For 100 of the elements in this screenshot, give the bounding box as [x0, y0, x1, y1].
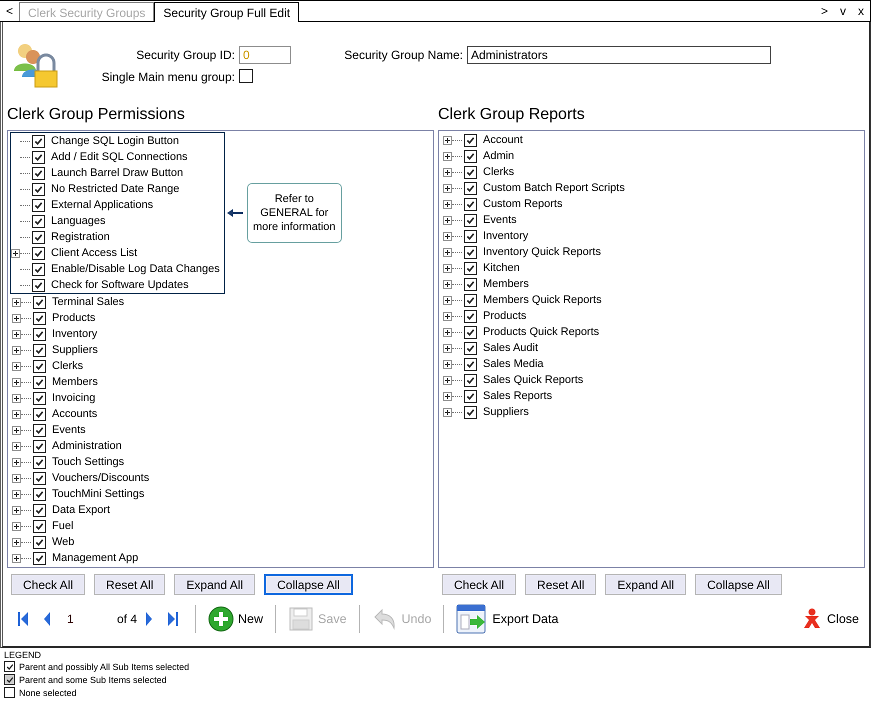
expand-icon[interactable]: [12, 346, 21, 354]
expand-icon[interactable]: [443, 152, 452, 160]
tree-item-label[interactable]: Enable/Disable Log Data Changes: [51, 263, 220, 275]
checkbox[interactable]: [464, 294, 477, 306]
checkbox[interactable]: [464, 342, 477, 354]
checkbox[interactable]: [33, 552, 46, 564]
tree-item-label[interactable]: Clerks: [483, 166, 514, 178]
expand-icon[interactable]: [12, 378, 21, 386]
tree-item-label[interactable]: Sales Reports: [483, 390, 552, 402]
tree-item-label[interactable]: Events: [483, 214, 517, 226]
checkbox[interactable]: [464, 390, 477, 402]
tree-item-label[interactable]: Sales Media: [483, 358, 544, 370]
checkbox[interactable]: [33, 488, 46, 500]
tree-action-button[interactable]: Collapse All: [264, 574, 353, 595]
tree-item-label[interactable]: Admin: [483, 150, 514, 162]
toolbar-button[interactable]: Export Data: [454, 601, 560, 637]
tree-item-label[interactable]: Products Quick Reports: [483, 326, 600, 338]
checkbox[interactable]: [464, 406, 477, 418]
checkbox[interactable]: [32, 134, 45, 148]
checkbox[interactable]: [464, 326, 477, 338]
tree-item-label[interactable]: Terminal Sales: [52, 296, 124, 308]
checkbox[interactable]: [33, 472, 46, 484]
expand-icon[interactable]: [12, 474, 21, 482]
tree-action-button[interactable]: Expand All: [174, 574, 256, 595]
tree-item-label[interactable]: Products: [483, 310, 526, 322]
expand-icon[interactable]: [12, 330, 21, 338]
tree-item-label[interactable]: Members: [52, 376, 98, 388]
tree-item-label[interactable]: Touch Settings: [52, 456, 124, 468]
checkbox[interactable]: [33, 504, 46, 516]
expand-icon[interactable]: [443, 216, 452, 224]
checkbox[interactable]: [32, 230, 45, 244]
tree-item-label[interactable]: Members Quick Reports: [483, 294, 602, 306]
checkbox[interactable]: [464, 166, 477, 178]
tree-item-label[interactable]: No Restricted Date Range: [51, 183, 180, 195]
checkbox[interactable]: [33, 328, 46, 340]
expand-icon[interactable]: [12, 394, 21, 402]
tree-item-label[interactable]: Inventory Quick Reports: [483, 246, 601, 258]
tree-item-label[interactable]: Management App: [52, 552, 138, 564]
close-tab-button[interactable]: x: [852, 1, 870, 21]
tree-item-label[interactable]: Products: [52, 312, 96, 324]
expand-icon[interactable]: [12, 490, 21, 498]
checkbox[interactable]: [32, 150, 45, 164]
tree-action-button[interactable]: Reset All: [525, 574, 596, 595]
checkbox[interactable]: [32, 246, 45, 260]
checkbox[interactable]: [464, 374, 477, 386]
next-record-icon[interactable]: [144, 612, 154, 626]
tree-action-button[interactable]: Collapse All: [695, 574, 782, 595]
checkbox[interactable]: [464, 358, 477, 370]
checkbox[interactable]: [464, 198, 477, 210]
tree-item-label[interactable]: Administration: [52, 440, 122, 452]
expand-icon[interactable]: [12, 522, 21, 530]
tree-action-button[interactable]: Reset All: [94, 574, 166, 595]
tree-item-label[interactable]: Custom Batch Report Scripts: [483, 182, 625, 194]
checkbox[interactable]: [464, 134, 477, 146]
expand-icon[interactable]: [11, 248, 20, 258]
expand-icon[interactable]: [12, 458, 21, 466]
tree-action-button[interactable]: Check All: [442, 574, 516, 595]
tree-item-label[interactable]: Web: [52, 536, 74, 548]
checkbox[interactable]: [33, 536, 46, 548]
expand-icon[interactable]: [443, 184, 452, 192]
tree-item-label[interactable]: Events: [52, 424, 86, 436]
expand-icon[interactable]: [443, 392, 452, 400]
expand-icon[interactable]: [12, 506, 21, 514]
tree-item-label[interactable]: Sales Audit: [483, 342, 538, 354]
checkbox[interactable]: [32, 278, 45, 292]
checkbox[interactable]: [33, 456, 46, 468]
expand-icon[interactable]: [443, 248, 452, 256]
expand-icon[interactable]: [443, 360, 452, 368]
tree-item-label[interactable]: Accounts: [52, 408, 98, 420]
security-group-name-field[interactable]: Administrators: [467, 46, 771, 64]
checkbox[interactable]: [464, 310, 477, 322]
tree-item-label[interactable]: Registration: [51, 231, 110, 243]
checkbox[interactable]: [464, 230, 477, 242]
checkbox[interactable]: [33, 408, 46, 420]
expand-icon[interactable]: [443, 264, 452, 272]
checkbox[interactable]: [33, 376, 46, 388]
checkbox[interactable]: [33, 440, 46, 452]
expand-icon[interactable]: [12, 538, 21, 546]
last-record-icon[interactable]: [168, 612, 178, 626]
tree-item-label[interactable]: Data Export: [52, 504, 110, 516]
tree-item-label[interactable]: External Applications: [51, 199, 154, 211]
toolbar-button[interactable]: New: [206, 604, 266, 634]
previous-record-icon[interactable]: [42, 612, 52, 626]
expand-icon[interactable]: [443, 280, 452, 288]
checkbox[interactable]: [464, 262, 477, 274]
checkbox[interactable]: [464, 150, 477, 162]
tree-item-label[interactable]: Invoicing: [52, 392, 96, 404]
tree-item-label[interactable]: Fuel: [52, 520, 74, 532]
checkbox[interactable]: [32, 182, 45, 196]
tab[interactable]: Security Group Full Edit: [154, 2, 300, 22]
tree-item-label[interactable]: Custom Reports: [483, 198, 562, 210]
tree-item-label[interactable]: Suppliers: [483, 406, 529, 418]
expand-icon[interactable]: [443, 328, 452, 336]
checkbox[interactable]: [239, 68, 253, 82]
checkbox[interactable]: [32, 214, 45, 228]
expand-icon[interactable]: [443, 232, 452, 240]
expand-icon[interactable]: [12, 362, 21, 370]
tree-action-button[interactable]: Check All: [11, 574, 86, 595]
tree-item-label[interactable]: Inventory: [483, 230, 528, 242]
checkbox[interactable]: [33, 344, 46, 356]
